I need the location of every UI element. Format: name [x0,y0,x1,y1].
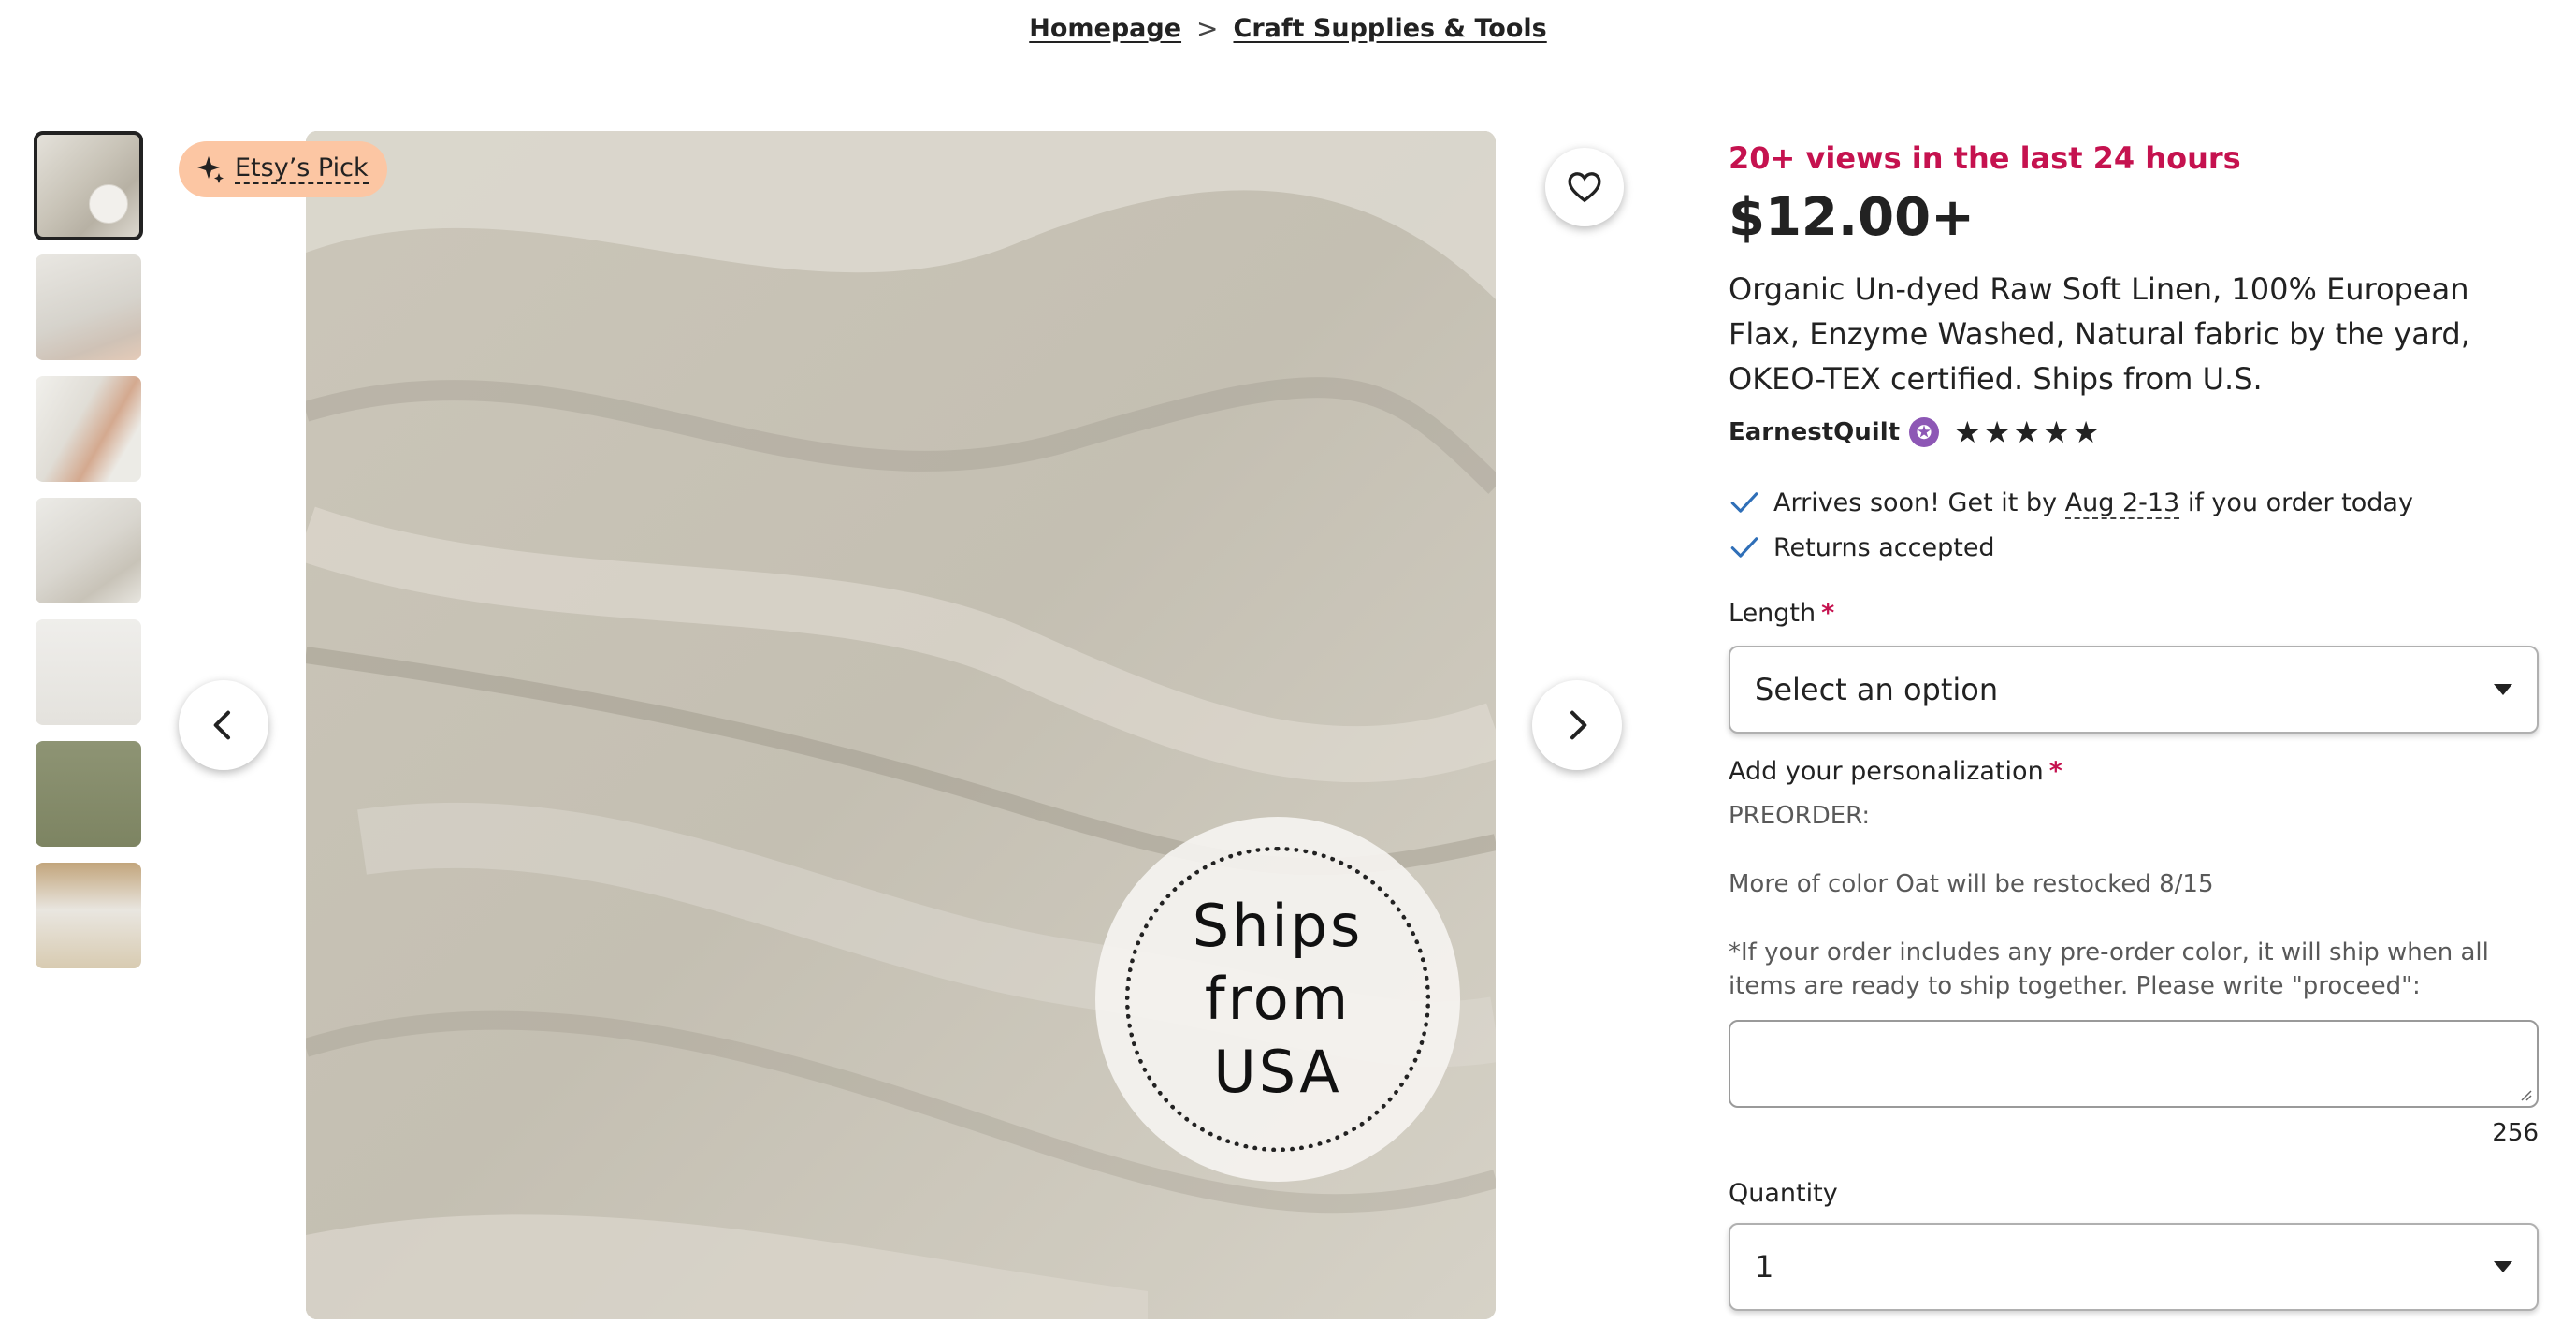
quantity-select-value: 1 [1755,1249,1774,1285]
star-icon: ★ [2072,414,2100,450]
required-asterisk: * [1821,599,1835,628]
favorite-button[interactable] [1545,148,1624,226]
next-image-button[interactable] [1532,680,1622,770]
arrival-suffix: if you order today [2179,487,2413,517]
stamp-text-line1: Ships from [1192,892,1364,1033]
arrival-estimate: Arrives soon! Get it by Aug 2-13 if you … [1729,487,2413,519]
arrival-prefix: Arrives soon! Get it by [1773,487,2065,517]
star-icon: ★ [2043,414,2070,450]
thumbnail-6[interactable] [34,739,143,849]
thumbnail-2[interactable] [34,253,143,362]
length-select[interactable]: Select an option [1729,646,2539,734]
instructions-note: *If your order includes any pre-order co… [1729,938,2489,1000]
main-product-image: Ships from USA [306,131,1496,1319]
views-notice: 20+ views in the last 24 hours [1729,140,2241,176]
length-select-value: Select an option [1755,672,1999,707]
thumbnail-4[interactable] [34,496,143,605]
rating-stars[interactable]: ★ ★ ★ ★ ★ [1954,417,2099,447]
required-asterisk: * [2048,757,2062,786]
resize-handle-icon[interactable] [2518,1087,2533,1102]
caret-down-icon [2494,1261,2512,1272]
star-icon: ★ [1954,414,1981,450]
star-icon: ★ [2013,414,2041,450]
etsys-pick-label: Etsy’s Pick [235,153,369,184]
breadcrumb-category-link[interactable]: Craft Supplies & Tools [1234,14,1547,43]
personalization-label-text: Add your personalization [1729,757,2044,786]
thumbnail-7[interactable] [34,861,143,970]
arrival-date-tooltip[interactable]: Aug 2-13 [2064,487,2180,519]
character-counter: 256 [2492,1119,2539,1147]
breadcrumb-chevron-icon: > [1196,13,1219,44]
returns-policy: Returns accepted [1729,531,1995,563]
restock-note: More of color Oat will be restocked 8/15 [1729,870,2214,898]
caret-down-icon [2494,684,2512,695]
sparkle-icon [197,156,224,183]
returns-text: Returns accepted [1773,532,1995,562]
quantity-label: Quantity [1729,1179,1838,1208]
seller-row: EarnestQuilt ✪ ★ ★ ★ ★ ★ [1729,417,2099,447]
thumbnail-badge-graphic [89,184,128,224]
breadcrumb-home-link[interactable]: Homepage [1029,14,1181,43]
checkmark-icon [1730,492,1758,513]
personalization-label: Add your personalization * [1729,757,2062,786]
quantity-select[interactable]: 1 [1729,1223,2539,1311]
ships-from-usa-stamp: Ships from USA [1095,817,1460,1182]
listing-title: Organic Un-dyed Raw Soft Linen, 100% Eur… [1729,271,2470,397]
length-label-text: Length [1729,599,1816,628]
star-seller-icon: ✪ [1909,417,1940,447]
thumbnail-5[interactable] [34,618,143,727]
personalization-textarea[interactable] [1729,1020,2539,1108]
price: $12.00+ [1729,187,1975,248]
checkmark-icon [1730,537,1758,558]
stamp-text-line2: USA [1213,1038,1342,1106]
seller-name-link[interactable]: EarnestQuilt [1729,418,1900,446]
stamp-text: Ships from USA [1137,890,1418,1109]
star-icon: ★ [1983,414,2011,450]
thumbnail-list [34,131,143,970]
heart-icon [1568,172,1601,203]
preorder-note: PREORDER: [1729,802,1871,830]
thumbnail-3[interactable] [34,374,143,484]
etsys-pick-badge[interactable]: Etsy’s Pick [179,141,387,197]
arrival-text: Arrives soon! Get it by Aug 2-13 if you … [1773,487,2413,519]
chevron-left-icon [213,710,230,740]
thumbnail-1[interactable] [34,131,143,240]
breadcrumb: Homepage > Craft Supplies & Tools [0,13,2576,44]
previous-image-button[interactable] [179,680,268,770]
chevron-right-icon [1570,710,1587,740]
length-label: Length * [1729,599,1834,628]
